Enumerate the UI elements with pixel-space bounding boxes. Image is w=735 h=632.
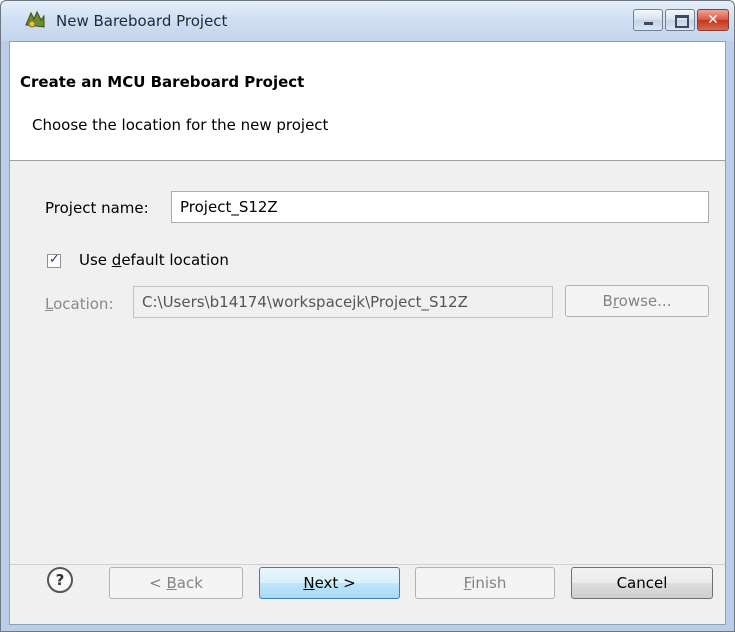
- project-name-input[interactable]: [171, 191, 709, 223]
- close-icon: ✕: [707, 12, 719, 28]
- app-icon: [25, 10, 45, 28]
- window-title: New Bareboard Project: [56, 12, 228, 30]
- location-label: Location:: [45, 295, 114, 313]
- maximize-icon: [675, 15, 689, 28]
- page-title: Create an MCU Bareboard Project: [20, 73, 305, 91]
- dialog-window: New Bareboard Project ✕ Create an MCU Ba…: [0, 0, 735, 632]
- minimize-button[interactable]: [633, 9, 663, 31]
- use-default-location-label[interactable]: Use default location: [79, 251, 229, 269]
- footer-separator: [10, 564, 725, 565]
- dialog-client-area: Create an MCU Bareboard Project Choose t…: [9, 41, 726, 625]
- page-description: Choose the location for the new project: [32, 116, 329, 134]
- minimize-icon: [644, 22, 653, 25]
- help-icon[interactable]: ?: [47, 567, 73, 593]
- back-button: < Back: [109, 567, 243, 599]
- close-button[interactable]: ✕: [697, 9, 729, 31]
- cancel-button[interactable]: Cancel: [571, 567, 713, 599]
- use-default-location-checkbox[interactable]: ✓: [47, 252, 61, 268]
- browse-button: Browse...: [565, 285, 709, 317]
- project-name-label: Project name:: [45, 199, 149, 217]
- finish-button: Finish: [415, 567, 555, 599]
- maximize-button[interactable]: [665, 9, 695, 31]
- wizard-header: Create an MCU Bareboard Project Choose t…: [10, 42, 725, 161]
- checkmark-icon: ✓: [49, 252, 60, 267]
- location-input: [133, 286, 553, 318]
- next-button[interactable]: Next >: [259, 567, 400, 599]
- title-bar[interactable]: New Bareboard Project ✕: [1, 1, 734, 41]
